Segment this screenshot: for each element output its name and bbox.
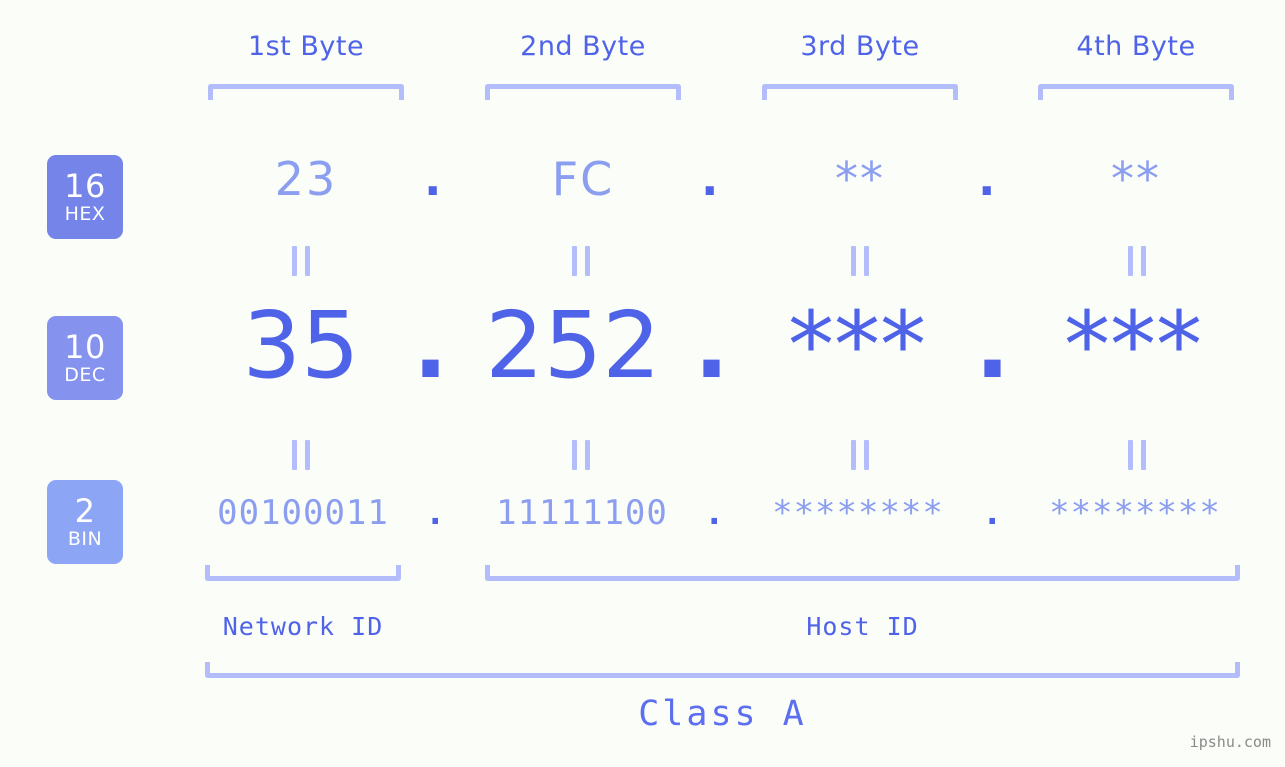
hex-byte-4: ** xyxy=(1111,152,1161,206)
dec-separator-2: . xyxy=(694,292,729,399)
dec-byte-3: *** xyxy=(788,292,926,399)
byte-header-1: 1st Byte xyxy=(247,31,365,62)
equals-icon-dec-bin-4 xyxy=(1128,440,1146,470)
dec-separator-1: . xyxy=(413,292,448,399)
radix-badge-dec: 10 DEC xyxy=(47,316,123,400)
dec-byte-2: 252 xyxy=(485,292,661,399)
ip-byte-breakdown-diagram: 1st Byte 2nd Byte 3rd Byte 4th Byte 16 H… xyxy=(0,0,1285,767)
equals-icon-hex-dec-2 xyxy=(572,246,590,276)
radix-badge-bin-abbr: BIN xyxy=(67,528,103,550)
byte-bracket-1 xyxy=(208,84,404,100)
byte-header-4: 4th Byte xyxy=(1076,31,1196,62)
dec-separator-3: . xyxy=(975,292,1010,399)
equals-icon-dec-bin-1 xyxy=(292,440,310,470)
byte-header-3: 3rd Byte xyxy=(800,31,920,62)
bin-byte-2: 11111100 xyxy=(496,493,668,533)
hex-byte-2: FC xyxy=(551,152,615,206)
byte-bracket-3 xyxy=(762,84,958,100)
radix-badge-bin: 2 BIN xyxy=(47,480,123,564)
byte-bracket-4 xyxy=(1038,84,1234,100)
bin-separator-1: . xyxy=(425,493,446,533)
radix-badge-hex: 16 HEX xyxy=(47,155,123,239)
bin-separator-3: . xyxy=(982,493,1003,533)
equals-icon-dec-bin-2 xyxy=(572,440,590,470)
watermark: ipshu.com xyxy=(1189,733,1271,751)
host-id-label: Host ID xyxy=(806,612,919,641)
radix-badge-hex-base: 16 xyxy=(64,167,106,205)
equals-icon-hex-dec-1 xyxy=(292,246,310,276)
equals-icon-dec-bin-3 xyxy=(851,440,869,470)
bin-byte-3: ******** xyxy=(772,493,944,533)
hex-byte-1: 23 xyxy=(274,152,338,206)
bin-byte-4: ******** xyxy=(1049,493,1221,533)
hex-byte-3: ** xyxy=(835,152,885,206)
dec-byte-4: *** xyxy=(1064,292,1202,399)
hex-separator-3: . xyxy=(978,152,996,206)
equals-icon-hex-dec-4 xyxy=(1128,246,1146,276)
hex-separator-1: . xyxy=(424,152,442,206)
radix-badge-dec-base: 10 xyxy=(64,328,106,366)
equals-icon-hex-dec-3 xyxy=(851,246,869,276)
radix-badge-bin-base: 2 xyxy=(74,492,96,530)
network-id-label: Network ID xyxy=(222,612,384,641)
byte-bracket-2 xyxy=(485,84,681,100)
class-label: Class A xyxy=(638,694,807,734)
bin-byte-1: 00100011 xyxy=(217,493,389,533)
network-id-bracket xyxy=(205,565,401,581)
host-id-bracket xyxy=(485,565,1240,581)
byte-header-2: 2nd Byte xyxy=(520,31,646,62)
bin-separator-2: . xyxy=(704,493,725,533)
radix-badge-dec-abbr: DEC xyxy=(64,364,106,386)
radix-badge-hex-abbr: HEX xyxy=(64,203,106,225)
dec-byte-1: 35 xyxy=(242,292,360,399)
hex-separator-2: . xyxy=(701,152,719,206)
class-bracket xyxy=(205,662,1240,678)
